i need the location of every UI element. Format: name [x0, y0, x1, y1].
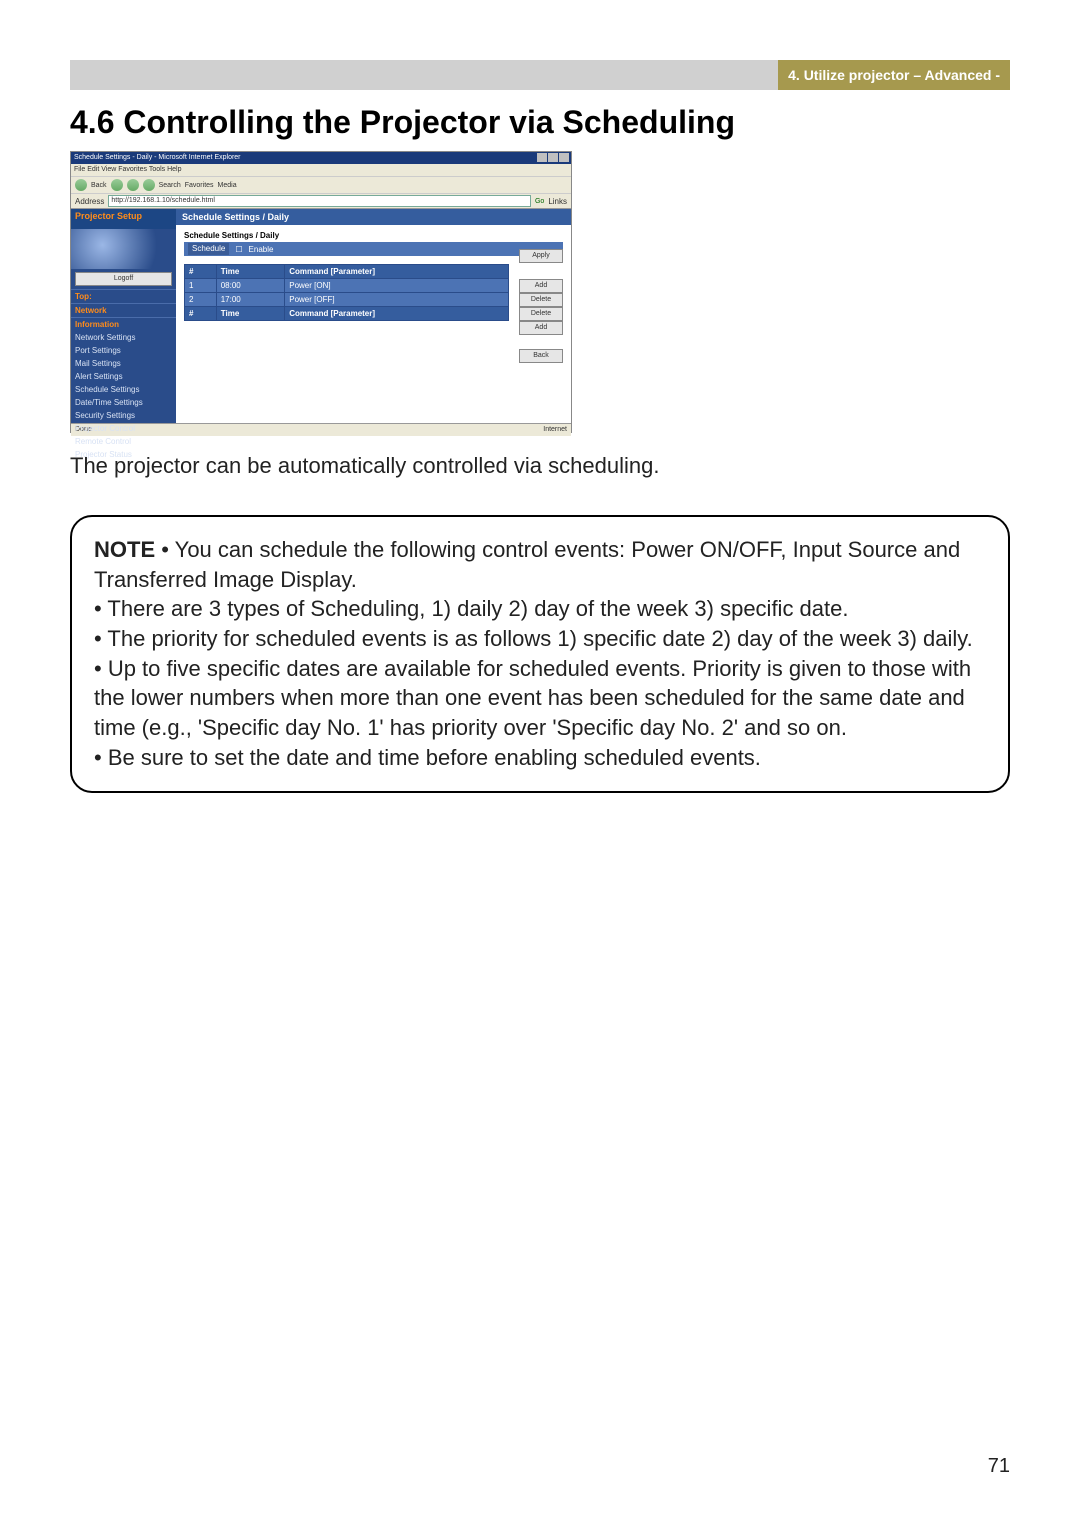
enable-label: Enable: [249, 245, 274, 254]
col-time: Time: [216, 307, 285, 321]
sidebar: Projector Setup Logoff Top: Network Info…: [71, 209, 176, 423]
intro-text: The projector can be automatically contr…: [70, 453, 1010, 479]
maximize-icon[interactable]: [548, 153, 558, 162]
sidebar-header-network: Network: [71, 303, 176, 317]
breadcrumb: 4. Utilize projector – Advanced -: [778, 60, 1010, 90]
note-bullet-3: • The priority for scheduled events is a…: [94, 626, 973, 651]
schedule-label: Schedule: [188, 243, 229, 255]
sidebar-item-projector-control[interactable]: Projector Control: [71, 422, 176, 435]
note-bullet-2: • There are 3 types of Scheduling, 1) da…: [94, 596, 849, 621]
col-time: Time: [216, 265, 285, 279]
cell-cmd: Power [OFF]: [285, 293, 509, 307]
stop-icon[interactable]: [127, 179, 139, 191]
address-label: Address: [75, 197, 104, 206]
forward-icon[interactable]: [111, 179, 123, 191]
enable-checkbox[interactable]: ☐: [235, 245, 242, 254]
sidebar-item-alert-settings[interactable]: Alert Settings: [71, 370, 176, 383]
col-cmd: Command [Parameter]: [285, 307, 509, 321]
table-row: 1 08:00 Power [ON]: [185, 279, 509, 293]
delete-button-2[interactable]: Delete: [519, 307, 563, 321]
sidebar-item-date-time-settings[interactable]: Date/Time Settings: [71, 396, 176, 409]
note-box: NOTE • You can schedule the following co…: [70, 515, 1010, 793]
window-title: Schedule Settings - Daily - Microsoft In…: [74, 154, 241, 161]
note-bullet-1: • You can schedule the following control…: [94, 537, 960, 592]
minimize-icon[interactable]: [537, 153, 547, 162]
cell-num: 1: [185, 279, 217, 293]
sidebar-item-schedule-settings[interactable]: Schedule Settings: [71, 383, 176, 396]
sidebar-header-top: Top:: [71, 289, 176, 303]
browser-toolbar[interactable]: Back Search Favorites Media: [71, 176, 571, 194]
section-title: 4.6 Controlling the Projector via Schedu…: [70, 104, 1010, 141]
page-number: 71: [988, 1455, 1010, 1478]
address-bar[interactable]: Address http://192.168.1.10/schedule.htm…: [71, 194, 571, 209]
back-button[interactable]: Back: [519, 349, 563, 363]
logoff-button[interactable]: Logoff: [75, 272, 172, 286]
table-add-header: # Time Command [Parameter]: [185, 307, 509, 321]
back-label: Back: [91, 182, 107, 189]
sidebar-item-mail-settings[interactable]: Mail Settings: [71, 357, 176, 370]
delete-button-1[interactable]: Delete: [519, 293, 563, 307]
close-icon[interactable]: [559, 153, 569, 162]
window-titlebar: Schedule Settings - Daily - Microsoft In…: [71, 152, 571, 164]
add-button[interactable]: Add: [519, 279, 563, 293]
cell-time: 17:00: [216, 293, 285, 307]
cell-num: 2: [185, 293, 217, 307]
table-header-row: # Time Command [Parameter]: [185, 265, 509, 279]
note-bullet-4: • Up to five specific dates are availabl…: [94, 656, 971, 740]
media-label[interactable]: Media: [218, 182, 237, 189]
go-button[interactable]: Go: [535, 198, 544, 205]
browser-menubar[interactable]: File Edit View Favorites Tools Help: [71, 164, 571, 176]
back-icon[interactable]: [75, 179, 87, 191]
main-panel: Schedule Settings / Daily Schedule Setti…: [176, 209, 571, 423]
refresh-icon[interactable]: [143, 179, 155, 191]
header-bar: 4. Utilize projector – Advanced -: [70, 60, 1010, 90]
sidebar-item-remote-control[interactable]: Remote Control: [71, 435, 176, 448]
address-input[interactable]: http://192.168.1.10/schedule.html: [108, 195, 531, 207]
col-cmd: Command [Parameter]: [285, 265, 509, 279]
note-bullet-5: • Be sure to set the date and time befor…: [94, 745, 761, 770]
schedule-table: # Time Command [Parameter] 1 08:00 Power…: [184, 264, 509, 321]
sidebar-item-security-settings[interactable]: Security Settings: [71, 409, 176, 422]
status-right: Internet: [543, 424, 567, 436]
links-label[interactable]: Links: [548, 197, 567, 206]
main-subtitle: Schedule Settings / Daily: [176, 225, 571, 242]
main-titlebar: Schedule Settings / Daily: [176, 209, 571, 225]
sidebar-item-port-settings[interactable]: Port Settings: [71, 344, 176, 357]
sidebar-title: Projector Setup: [71, 209, 176, 229]
apply-button[interactable]: Apply: [519, 249, 563, 263]
sidebar-item-projector-status[interactable]: Projector Status: [71, 448, 176, 461]
note-label: NOTE: [94, 537, 155, 562]
sidebar-header-information: Information: [71, 317, 176, 331]
projector-image: [71, 229, 176, 269]
col-num: #: [185, 307, 217, 321]
add-button-2[interactable]: Add: [519, 321, 563, 335]
favorites-label[interactable]: Favorites: [185, 182, 214, 189]
search-label[interactable]: Search: [159, 182, 181, 189]
sidebar-item-network-settings[interactable]: Network Settings: [71, 331, 176, 344]
cell-time: 08:00: [216, 279, 285, 293]
col-num: #: [185, 265, 217, 279]
enable-bar: Schedule ☐ Enable: [184, 242, 563, 256]
cell-cmd: Power [ON]: [285, 279, 509, 293]
table-row: 2 17:00 Power [OFF]: [185, 293, 509, 307]
screenshot-schedule-settings: Schedule Settings - Daily - Microsoft In…: [70, 151, 572, 433]
window-buttons[interactable]: [537, 153, 569, 162]
